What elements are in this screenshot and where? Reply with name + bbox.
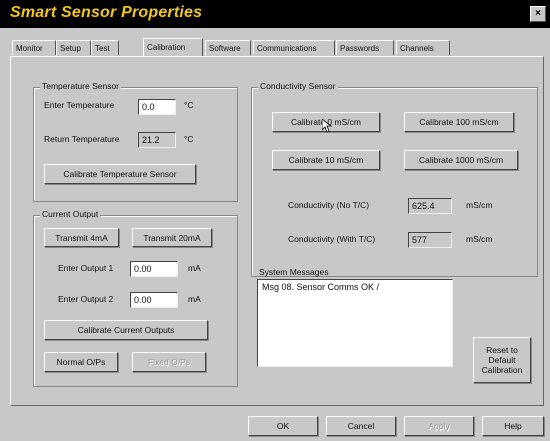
tab-channels[interactable]: Channels — [396, 40, 450, 55]
calibrate-temperature-button[interactable]: Calibrate Temperature Sensor — [44, 164, 196, 184]
tab-software[interactable]: Software — [205, 40, 251, 55]
conductivity-with-tc-field: 577 — [408, 232, 452, 248]
output2-label: Enter Output 2 — [58, 294, 114, 304]
transmit-4ma-button[interactable]: Transmit 4mA — [44, 228, 119, 247]
current-output-legend: Current Output — [40, 209, 101, 219]
reset-default-calibration-button[interactable]: Reset to Default Calibration — [473, 337, 531, 383]
conductivity-sensor-group: Conductivity Sensor Calibrate 0 mS/cm Ca… — [251, 81, 538, 277]
calibrate-1000-button[interactable]: Calibrate 1000 mS/cm — [404, 150, 518, 170]
tab-communications[interactable]: Communications — [253, 40, 335, 55]
output1-field[interactable]: 0.00 — [130, 261, 178, 277]
properties-window: Smart Sensor Properties × Monitor Setup … — [0, 0, 550, 441]
output2-unit: mA — [188, 294, 201, 304]
fixed-outputs-button[interactable]: Fixed O/Ps — [132, 352, 206, 372]
conductivity-no-tc-unit: mS/cm — [466, 200, 493, 210]
tab-passwords[interactable]: Passwords — [336, 40, 394, 55]
return-temperature-unit: °C — [184, 134, 194, 144]
calibrate-current-outputs-button[interactable]: Calibrate Current Outputs — [44, 320, 208, 340]
system-messages-box: Msg 08. Sensor Comms OK / — [257, 279, 453, 367]
close-icon[interactable]: × — [530, 6, 546, 22]
tab-setup[interactable]: Setup — [56, 40, 91, 55]
dialog-footer: OK Cancel Apply Help — [0, 408, 550, 441]
output1-label: Enter Output 1 — [58, 263, 114, 273]
cancel-button[interactable]: Cancel — [326, 416, 396, 436]
conductivity-no-tc-label: Conductivity (No T/C) — [288, 200, 370, 210]
current-output-group: Current Output Transmit 4mA Transmit 20m… — [33, 209, 238, 387]
enter-temperature-unit: °C — [184, 100, 194, 110]
conductivity-with-tc-unit: mS/cm — [466, 234, 493, 244]
system-messages-label: System Messages — [259, 267, 329, 277]
output1-unit: mA — [188, 263, 201, 273]
temperature-sensor-legend: Temperature Sensor — [40, 81, 122, 91]
return-temperature-label: Return Temperature — [44, 134, 120, 144]
window-title: Smart Sensor Properties — [10, 4, 203, 21]
apply-button[interactable]: Apply — [404, 416, 474, 436]
enter-temperature-label: Enter Temperature — [44, 100, 115, 110]
ok-button[interactable]: OK — [248, 416, 318, 436]
calibration-panel: Temperature Sensor Enter Temperature 0.0… — [10, 56, 544, 406]
conductivity-with-tc-label: Conductivity (With T/C) — [288, 234, 376, 244]
mouse-cursor-icon — [322, 119, 332, 133]
calibrate-100-button[interactable]: Calibrate 100 mS/cm — [404, 112, 514, 132]
system-message-text: Msg 08. Sensor Comms OK / — [262, 282, 380, 292]
output2-field[interactable]: 0.00 — [130, 292, 178, 308]
tab-monitor[interactable]: Monitor — [12, 40, 56, 55]
conductivity-sensor-legend: Conductivity Sensor — [258, 81, 338, 91]
transmit-20ma-button[interactable]: Transmit 20mA — [132, 228, 212, 247]
title-bar: Smart Sensor Properties × — [0, 0, 550, 28]
normal-outputs-button[interactable]: Normal O/Ps — [44, 352, 118, 372]
calibrate-10-button[interactable]: Calibrate 10 mS/cm — [272, 150, 380, 170]
conductivity-no-tc-field: 625.4 — [408, 198, 452, 214]
help-button[interactable]: Help — [482, 416, 544, 436]
tab-test[interactable]: Test — [91, 40, 119, 55]
tab-calibration[interactable]: Calibration — [143, 38, 203, 56]
return-temperature-field: 21.2 — [138, 132, 176, 148]
enter-temperature-field[interactable]: 0.0 — [138, 99, 176, 115]
temperature-sensor-group: Temperature Sensor Enter Temperature 0.0… — [33, 81, 238, 202]
